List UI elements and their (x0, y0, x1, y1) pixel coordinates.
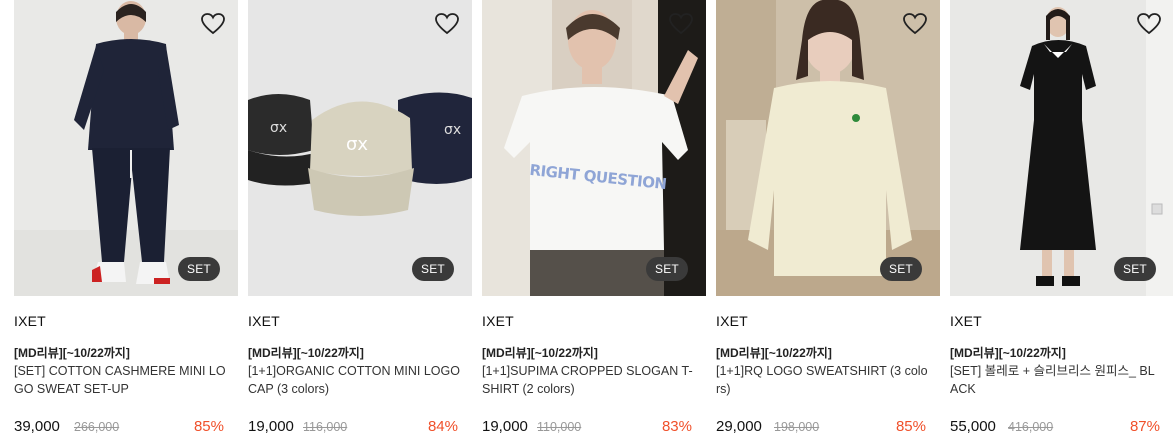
product-name[interactable]: [1+1]SUPIMA CROPPED SLOGAN T-SHIRT (2 co… (482, 362, 694, 398)
product-image[interactable]: σx σx σx SET (248, 0, 472, 296)
wishlist-heart-icon[interactable] (668, 12, 694, 36)
product-name[interactable]: [1+1]ORGANIC COTTON MINI LOGO CAP (3 col… (248, 362, 460, 398)
product-image[interactable]: SET (14, 0, 238, 296)
brand-name[interactable]: IXET (482, 313, 514, 329)
product-image[interactable]: SET (716, 0, 940, 296)
brand-name[interactable]: IXET (248, 313, 280, 329)
product-photo-sweat-set (14, 0, 238, 296)
product-card[interactable]: SET IXET [MD리뷰][~10/22까지] [SET] 볼레로 + 슬리… (950, 0, 1173, 444)
svg-text:σx: σx (444, 122, 461, 138)
promo-tag: [MD리뷰][~10/22까지] (950, 346, 1066, 360)
wishlist-heart-icon[interactable] (1136, 12, 1162, 36)
discount-rate: 85% (193, 418, 224, 435)
product-photo-caps: σx σx σx (248, 0, 472, 296)
wishlist-heart-icon[interactable] (200, 12, 226, 36)
product-card[interactable]: SET IXET [MD리뷰][~10/22까지] [SET] COTTON C… (14, 0, 238, 444)
sale-price: 29,000 (716, 418, 762, 435)
discount-rate: 83% (661, 418, 692, 435)
promo-tag: [MD리뷰][~10/22까지] (248, 346, 364, 360)
promo-tag: [MD리뷰][~10/22까지] (482, 346, 598, 360)
price-row: 19,000 116,000 84% (248, 418, 472, 438)
brand-name[interactable]: IXET (950, 313, 982, 329)
svg-text:σx: σx (270, 120, 287, 136)
price-row: 39,000 266,000 85% (14, 418, 238, 438)
product-name[interactable]: [SET] 볼레로 + 슬리브리스 원피스_ BLACK (950, 362, 1162, 398)
product-grid: SET IXET [MD리뷰][~10/22까지] [SET] COTTON C… (0, 0, 1173, 444)
svg-text:σx: σx (346, 134, 368, 155)
set-badge: SET (646, 257, 688, 281)
product-card[interactable]: RIGHT QUESTION SET IXET [MD리뷰][~10/22까지]… (482, 0, 706, 444)
brand-name[interactable]: IXET (14, 313, 46, 329)
sale-price: 39,000 (14, 418, 60, 435)
discount-rate: 85% (895, 418, 926, 435)
wishlist-heart-icon[interactable] (434, 12, 460, 36)
original-price: 198,000 (774, 420, 820, 434)
set-badge: SET (1114, 257, 1156, 281)
product-card[interactable]: σx σx σx SET IXET [MD리뷰][~10/22까지] [1+1]… (248, 0, 472, 444)
wishlist-heart-icon[interactable] (902, 12, 928, 36)
original-price: 110,000 (537, 420, 582, 434)
product-photo-tee (482, 0, 706, 296)
product-photo-sweatshirt (716, 0, 940, 296)
discount-rate: 84% (427, 418, 458, 435)
original-price: 266,000 (74, 420, 120, 434)
product-name[interactable]: [SET] COTTON CASHMERE MINI LOGO SWEAT SE… (14, 362, 226, 398)
promo-tag: [MD리뷰][~10/22까지] (14, 346, 130, 360)
product-image[interactable]: SET (950, 0, 1173, 296)
original-price: 416,000 (1008, 420, 1054, 434)
original-price: 116,000 (303, 420, 348, 434)
set-badge: SET (178, 257, 220, 281)
sale-price: 55,000 (950, 418, 996, 435)
product-name[interactable]: [1+1]RQ LOGO SWEATSHIRT (3 colors) (716, 362, 928, 398)
promo-tag: [MD리뷰][~10/22까지] (716, 346, 832, 360)
product-image[interactable]: RIGHT QUESTION SET (482, 0, 706, 296)
discount-rate: 87% (1129, 418, 1160, 435)
set-badge: SET (412, 257, 454, 281)
sale-price: 19,000 (248, 418, 294, 435)
set-badge: SET (880, 257, 922, 281)
price-row: 29,000 198,000 85% (716, 418, 940, 438)
product-photo-dress (950, 0, 1173, 296)
brand-name[interactable]: IXET (716, 313, 748, 329)
price-row: 55,000 416,000 87% (950, 418, 1173, 438)
product-card[interactable]: SET IXET [MD리뷰][~10/22까지] [1+1]RQ LOGO S… (716, 0, 940, 444)
sale-price: 19,000 (482, 418, 528, 435)
price-row: 19,000 110,000 83% (482, 418, 706, 438)
